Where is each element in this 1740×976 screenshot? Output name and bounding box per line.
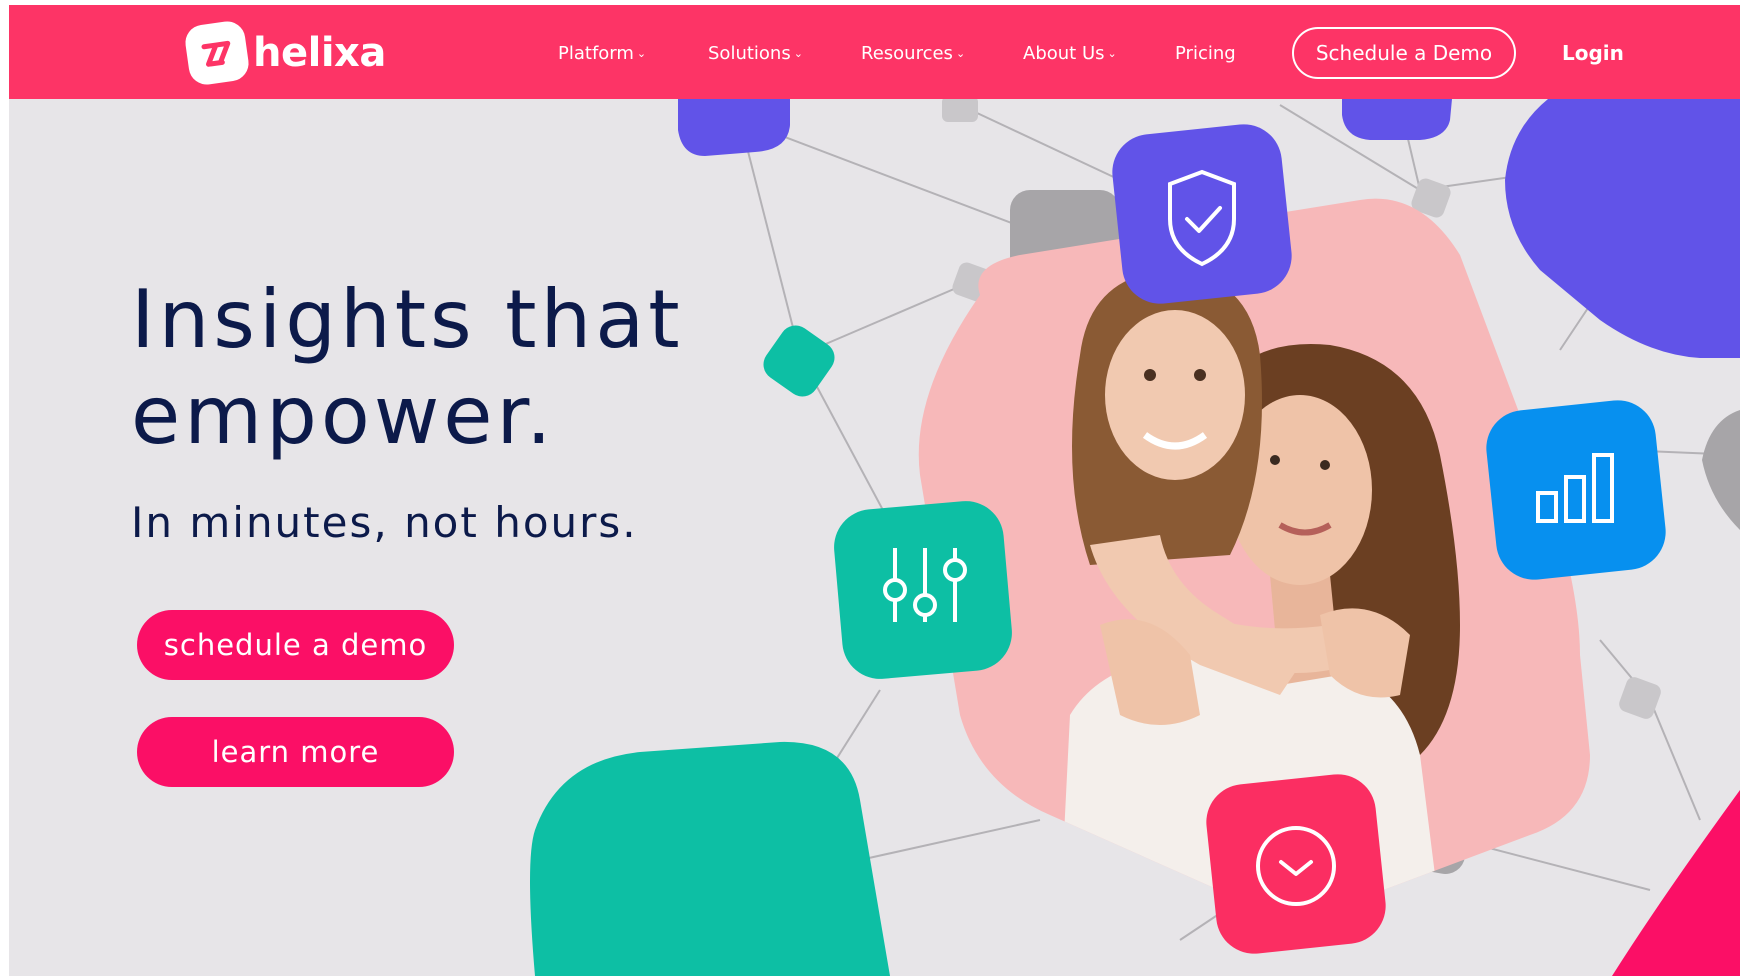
clock-icon [1206,774,1386,958]
top-navbar: helixa Platform ⌄ Solutions ⌄ Resources ⌄ A… [9,5,1740,99]
nav-resources[interactable]: Resources ⌄ [861,43,965,64]
chevron-down-icon: ⌄ [955,47,966,60]
helixa-logo[interactable]: helixa [183,19,386,87]
nav-solutions-label: Solutions [708,43,791,64]
chevron-down-icon: ⌄ [636,47,647,60]
hero-title: Insights that empower. [131,272,684,464]
hero-subtitle: In minutes, not hours. [131,498,638,547]
nav-resources-label: Resources [861,43,953,64]
learn-more-button[interactable]: learn more [137,717,454,787]
page-edge-left [0,0,9,976]
nav-platform[interactable]: Platform ⌄ [558,43,646,64]
chevron-down-icon: ⌄ [1107,47,1117,60]
login-link[interactable]: Login [1562,41,1624,65]
nav-platform-label: Platform [558,43,634,64]
logo-mark-icon [183,19,251,87]
nav-pricing-label: Pricing [1175,43,1236,64]
shield-check-icon [1112,124,1292,308]
hero-title-line2: empower. [131,369,556,462]
nav-solutions[interactable]: Solutions ⌄ [708,43,803,64]
nav-about-us[interactable]: About Us ⌄ [1023,43,1117,64]
chevron-down-icon: ⌄ [793,47,803,60]
page-edge-top [0,0,1740,5]
logo-text: helixa [253,30,386,76]
nav-pricing[interactable]: Pricing [1175,43,1236,64]
sliders-icon [833,500,1013,684]
schedule-demo-button[interactable]: schedule a demo [137,610,454,680]
nav-about-us-label: About Us [1023,43,1105,64]
schedule-demo-nav-button[interactable]: Schedule a Demo [1292,27,1516,79]
bar-chart-icon [1486,400,1666,584]
hero-title-line1: Insights that [131,273,684,366]
